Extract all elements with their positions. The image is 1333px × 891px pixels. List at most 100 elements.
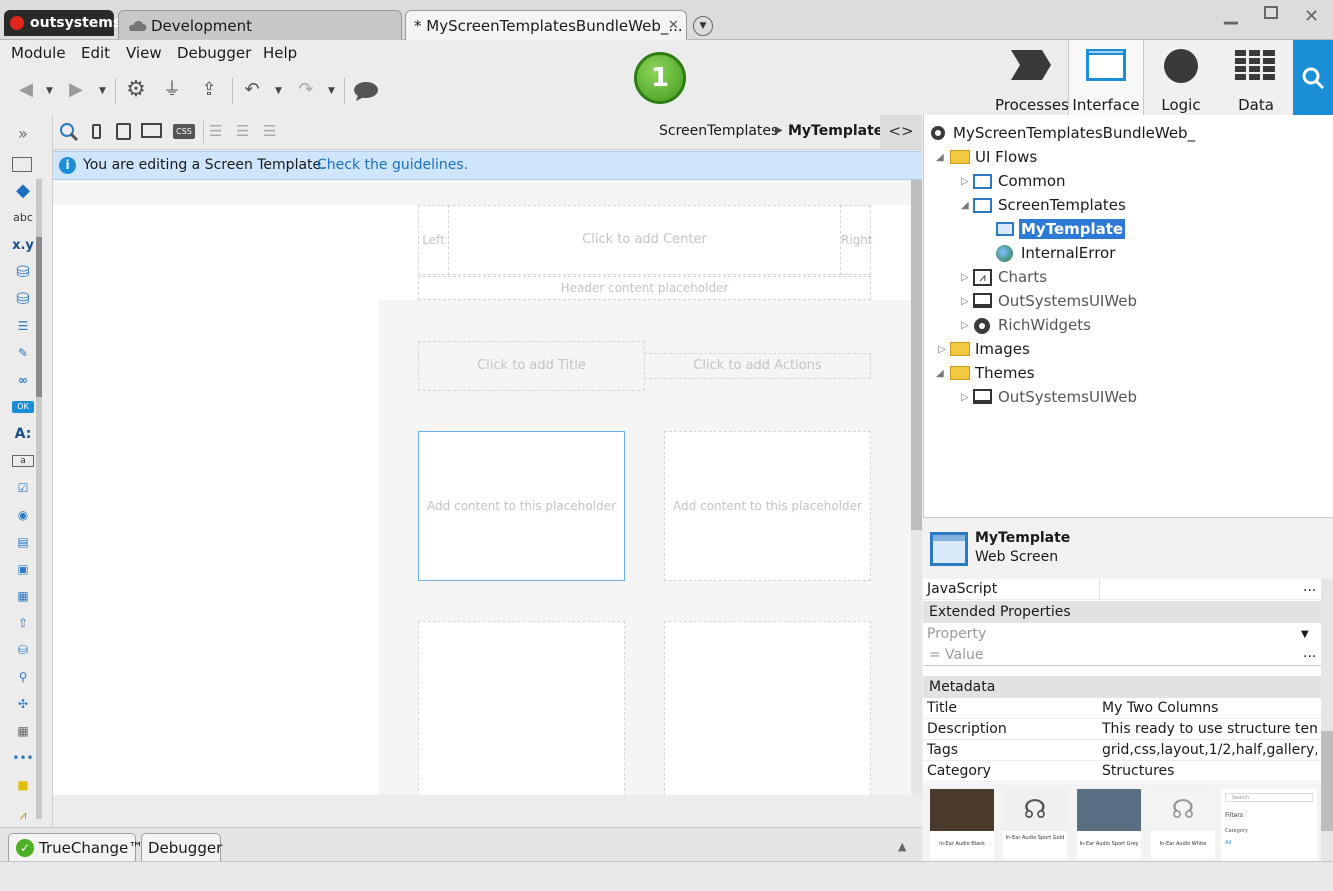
tree-screentemplates[interactable]: ScreenTemplates xyxy=(973,194,1126,216)
actions-placeholder[interactable]: Click to add Actions xyxy=(644,353,871,379)
tree-ui-flows[interactable]: UI Flows xyxy=(950,146,1037,168)
image-widget-icon[interactable]: ▣ xyxy=(12,559,34,579)
menu-module[interactable]: Module xyxy=(11,44,66,62)
tree-theme-outsystemsuiweb[interactable]: OutSystemsUIWeb xyxy=(973,386,1137,408)
expand-arrow-icon[interactable]: ▷ xyxy=(961,320,969,331)
tree-images[interactable]: Images xyxy=(950,338,1030,360)
forward-icon[interactable]: ▶ xyxy=(64,78,88,102)
tab-processes[interactable]: Processes xyxy=(995,40,1069,115)
collapse-arrow-icon[interactable]: ◢ xyxy=(936,368,944,379)
expand-arrow-icon[interactable]: ▷ xyxy=(961,392,969,403)
align-center-icon[interactable]: ☰ xyxy=(236,122,249,140)
editable-table-icon[interactable]: ⛁ xyxy=(12,640,34,660)
tree-root[interactable]: MyScreenTemplatesBundleWeb_ xyxy=(930,122,1195,144)
more-widgets-icon[interactable]: ••• xyxy=(12,748,34,768)
input-widget-icon[interactable]: a xyxy=(12,451,34,471)
canvas-scroll-thumb[interactable] xyxy=(911,180,922,530)
metadata-section[interactable]: Metadata xyxy=(923,676,1321,698)
content-placeholder-2[interactable]: Add content to this placeholder xyxy=(664,431,871,581)
canvas-scrollbar[interactable] xyxy=(911,180,922,795)
property-row-title[interactable]: Title My Two Columns xyxy=(923,698,1321,719)
redo-icon[interactable]: ↷ xyxy=(294,78,318,102)
close-icon[interactable]: ✕ xyxy=(1304,6,1319,27)
combo-box-icon[interactable]: ▤ xyxy=(12,532,34,552)
align-left-icon[interactable]: ☰ xyxy=(209,122,222,140)
expand-arrow-icon[interactable]: ▷ xyxy=(961,296,969,307)
button-widget-icon[interactable]: OK xyxy=(12,397,34,417)
comment-icon[interactable] xyxy=(353,80,379,102)
close-tab-icon[interactable]: ✕ xyxy=(668,11,679,41)
list-records-icon[interactable]: ⛁ xyxy=(12,289,34,309)
text-widget-icon[interactable]: abc xyxy=(12,208,34,228)
properties-scrollbar[interactable] xyxy=(1321,579,1333,861)
header-content-placeholder[interactable]: Header content placeholder xyxy=(418,276,871,300)
tree-richwidgets[interactable]: RichWidgets xyxy=(973,314,1091,336)
content-placeholder-4[interactable] xyxy=(664,621,871,795)
form-icon[interactable]: ▦ xyxy=(12,586,34,606)
palette-scrollbar[interactable] xyxy=(36,179,42,819)
property-row-description[interactable]: Description This ready to use structure … xyxy=(923,719,1321,740)
content-placeholder-3[interactable] xyxy=(418,621,625,795)
forward-dropdown-icon[interactable]: ▼ xyxy=(99,86,106,96)
back-icon[interactable]: ◀ xyxy=(14,78,38,102)
tree-common[interactable]: Common xyxy=(973,170,1066,192)
settings-gear-icon[interactable]: ⚙ xyxy=(124,78,148,102)
expand-panel-icon[interactable]: ▲ xyxy=(898,840,906,853)
sticky-note-icon[interactable]: ■ xyxy=(12,775,34,795)
menu-debugger[interactable]: Debugger xyxy=(177,44,251,62)
tab-data[interactable]: Data xyxy=(1219,40,1293,115)
tab-logic[interactable]: Logic xyxy=(1145,40,1217,115)
align-right-icon[interactable]: ☰ xyxy=(263,122,276,140)
expand-arrow-icon[interactable]: ▷ xyxy=(961,272,969,283)
plug-icon[interactable]: ⏚ xyxy=(160,78,184,102)
tree-outsystemsuiweb[interactable]: OutSystemsUIWeb xyxy=(973,290,1137,312)
code-toggle-button[interactable]: <> xyxy=(880,115,922,149)
block-icon[interactable]: ✣ xyxy=(12,694,34,714)
ellipsis-button[interactable]: ... xyxy=(1303,643,1316,664)
collapse-arrow-icon[interactable]: ◢ xyxy=(961,200,969,211)
dropdown-arrow-icon[interactable]: ▼ xyxy=(1301,624,1309,645)
upload-icon[interactable]: ⇧ xyxy=(12,613,34,633)
content-placeholder-1[interactable]: Add content to this placeholder xyxy=(418,431,625,581)
property-value-row[interactable]: = Value ... xyxy=(923,645,1321,666)
label-widget-icon[interactable]: A: xyxy=(12,424,34,444)
table-records-icon[interactable]: ⛁ xyxy=(12,262,34,282)
tab-truechange[interactable]: ✓ TrueChange™ xyxy=(8,833,143,861)
tablet-preview-icon[interactable] xyxy=(116,123,131,140)
menu-view[interactable]: View xyxy=(126,44,162,62)
property-row-category[interactable]: Category Structures xyxy=(923,761,1321,782)
minimize-icon[interactable]: ▁ xyxy=(1224,4,1238,25)
desktop-preview-icon[interactable] xyxy=(141,123,162,138)
phone-preview-icon[interactable] xyxy=(92,124,101,139)
right-placeholder[interactable]: Right xyxy=(840,205,873,275)
expand-palette-icon[interactable]: » xyxy=(12,124,34,144)
tree-mytemplate[interactable]: MyTemplate xyxy=(996,218,1126,240)
menu-edit[interactable]: Edit xyxy=(81,44,110,62)
breadcrumb-current[interactable]: MyTemplate xyxy=(788,123,883,139)
menu-help[interactable]: Help xyxy=(263,44,297,62)
back-dropdown-icon[interactable]: ▼ xyxy=(46,86,53,96)
table-icon[interactable]: ▦ xyxy=(12,721,34,741)
tab-development[interactable]: Development xyxy=(118,10,402,40)
property-row-javascript[interactable]: JavaScript ... xyxy=(923,579,1321,600)
css-icon[interactable]: CSS xyxy=(173,124,195,139)
maximize-icon[interactable] xyxy=(1264,6,1278,19)
tab-module[interactable]: * MyScreenTemplatesBundleWeb_... ✕ xyxy=(405,10,687,40)
expand-arrow-icon[interactable]: ▷ xyxy=(938,344,946,355)
if-widget-icon[interactable]: ◆ xyxy=(12,181,34,201)
radio-button-icon[interactable]: ◉ xyxy=(12,505,34,525)
left-placeholder[interactable]: Left xyxy=(418,205,449,275)
search-button[interactable] xyxy=(1293,40,1333,115)
chart-widget-icon[interactable]: ⩘ xyxy=(12,805,34,825)
publish-icon[interactable]: ⇪ xyxy=(197,78,221,102)
extended-properties-section[interactable]: Extended Properties xyxy=(923,601,1321,623)
property-row-tags[interactable]: Tags grid,css,layout,1/2,half,gallery,co… xyxy=(923,740,1321,761)
breadcrumb-parent[interactable]: ScreenTemplates xyxy=(659,123,778,139)
list-icon[interactable]: ☰ xyxy=(12,316,34,336)
tree-themes[interactable]: Themes xyxy=(950,362,1035,384)
redo-dropdown-icon[interactable]: ▼ xyxy=(328,86,335,96)
tabs-dropdown-icon[interactable]: ▼ xyxy=(693,16,713,36)
center-placeholder[interactable]: Click to add Center xyxy=(448,205,841,275)
properties-scroll-thumb[interactable] xyxy=(1321,731,1333,831)
property-name-row[interactable]: Property ▼ xyxy=(923,624,1321,645)
